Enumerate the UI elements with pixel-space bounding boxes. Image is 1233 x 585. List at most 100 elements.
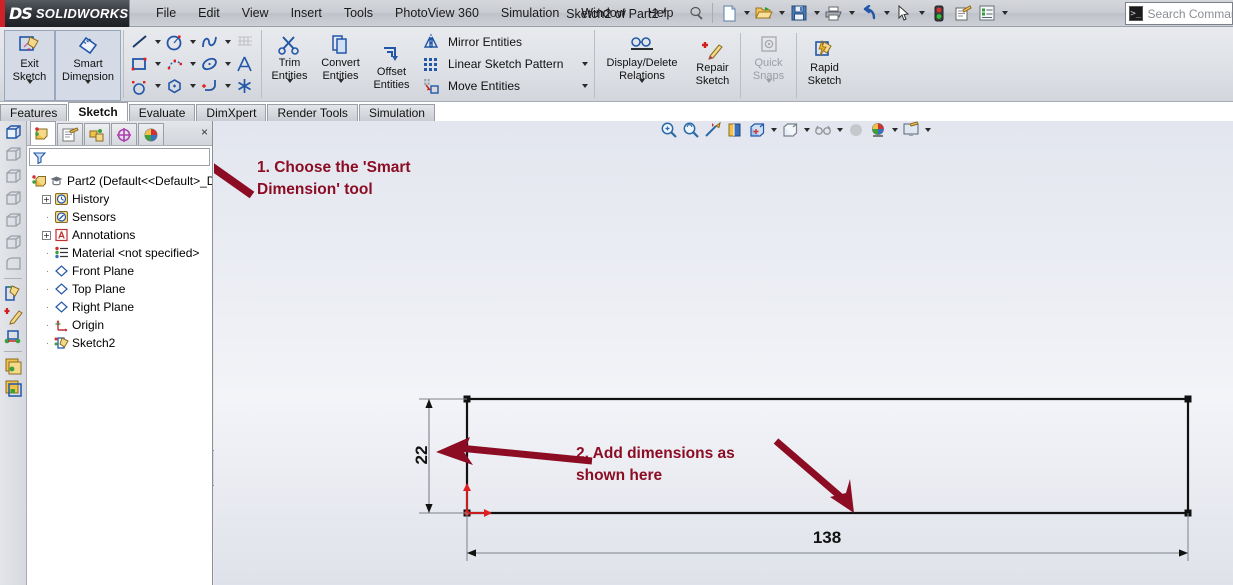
tree-item-material[interactable]: · Material <not specified> <box>31 244 212 262</box>
tab-dimxpert[interactable]: DimXpert <box>196 104 267 121</box>
exit-sketch-dropdown[interactable] <box>26 80 33 98</box>
linear-sketch-pattern-caret[interactable] <box>579 53 590 75</box>
exit-sketch-button[interactable]: Exit Sketch <box>4 30 55 101</box>
arc-slot-icon[interactable] <box>128 75 152 97</box>
move-entities-caret[interactable] <box>579 75 590 97</box>
left-view-icon[interactable] <box>0 187 27 209</box>
height-dimension-value[interactable]: 22 <box>412 443 432 467</box>
tree-item-sensors[interactable]: · Sensors <box>31 208 212 226</box>
polygon-points-caret[interactable] <box>187 53 198 75</box>
dimxpert-manager-tab[interactable] <box>111 123 137 145</box>
rectangle-icon[interactable] <box>128 53 152 75</box>
smart-dimension-dropdown[interactable] <box>85 80 91 98</box>
configuration-manager-tab[interactable] <box>84 123 110 145</box>
arc-slot-caret[interactable] <box>152 75 163 97</box>
ellipse-caret[interactable] <box>222 53 233 75</box>
polygon-caret[interactable] <box>187 75 198 97</box>
undo-icon[interactable] <box>857 2 881 24</box>
offset-entities-button[interactable]: Offset Entities <box>366 30 417 101</box>
tree-item-part2[interactable]: Part2 (Default<<Default>_D <box>31 172 212 190</box>
fillet-icon[interactable] <box>198 75 222 97</box>
quick-snaps-dropdown[interactable] <box>765 79 772 97</box>
tab-sketch[interactable]: Sketch <box>68 102 128 121</box>
print-icon[interactable] <box>822 2 846 24</box>
display-delete-relations-button[interactable]: Display/Delete Relations <box>597 30 687 101</box>
line-caret[interactable] <box>152 31 163 53</box>
move-entities-command[interactable]: Move Entities <box>419 75 590 97</box>
normal-to-view-icon[interactable] <box>0 253 27 275</box>
quick-snaps-button[interactable]: Quick Snaps <box>743 30 794 101</box>
repair-sketch-button[interactable]: Repair Sketch <box>687 30 738 101</box>
tree-item-annotations[interactable]: + Annotations <box>31 226 212 244</box>
rebuild-traffic-icon[interactable] <box>927 2 951 24</box>
top-view-icon[interactable] <box>0 231 27 253</box>
menu-item-view[interactable]: View <box>231 3 280 23</box>
menu-item-photoview360[interactable]: PhotoView 360 <box>384 3 490 23</box>
tree-item-front-plane[interactable]: · Front Plane <box>31 262 212 280</box>
mirror-entities-command[interactable]: Mirror Entities <box>419 31 590 53</box>
back-view-icon[interactable] <box>0 165 27 187</box>
save-caret[interactable] <box>811 2 822 24</box>
save-icon[interactable] <box>787 2 811 24</box>
trim-entities-dropdown[interactable] <box>286 79 293 97</box>
undo-caret[interactable] <box>881 2 892 24</box>
polygon-points-icon[interactable] <box>163 53 187 75</box>
new-document-icon[interactable] <box>717 2 741 24</box>
tree-item-origin[interactable]: · Origin <box>31 316 212 334</box>
tab-simulation[interactable]: Simulation <box>358 104 435 121</box>
display-manager-tab[interactable] <box>138 123 164 145</box>
rapid-sketch-button[interactable]: Rapid Sketch <box>799 30 850 101</box>
options-caret[interactable] <box>999 2 1010 24</box>
property-manager-tab[interactable] <box>57 123 83 145</box>
menu-item-edit[interactable]: Edit <box>187 3 231 23</box>
graphics-area[interactable]: 22 138 1. Choose the 'Smart Dimension' t… <box>214 121 1233 585</box>
display-manager-icon-2[interactable] <box>0 377 27 399</box>
sketch-relations-icon[interactable] <box>0 326 27 348</box>
menu-item-insert[interactable]: Insert <box>280 3 333 23</box>
menu-item-file[interactable]: File <box>145 3 187 23</box>
menu-item-simulation[interactable]: Simulation <box>490 3 570 23</box>
history-expander[interactable]: + <box>42 194 51 204</box>
text-icon[interactable] <box>233 53 257 75</box>
feature-manager-tab[interactable] <box>30 121 56 145</box>
spline-icon[interactable] <box>198 31 222 53</box>
open-document-caret[interactable] <box>776 2 787 24</box>
spline-caret[interactable] <box>222 31 233 53</box>
file-properties-icon[interactable] <box>951 2 975 24</box>
point-icon[interactable] <box>233 75 257 97</box>
new-document-caret[interactable] <box>741 2 752 24</box>
convert-entities-button[interactable]: Convert Entities <box>315 30 366 101</box>
menu-item-window[interactable]: Window <box>570 3 636 23</box>
smart-dimension-button[interactable]: Smart Dimension <box>55 30 121 101</box>
search-input[interactable]: Search Commands <box>1148 7 1232 21</box>
close-panel-icon[interactable]: × <box>201 125 208 139</box>
menu-item-help[interactable]: Help <box>637 3 685 23</box>
ellipse-icon[interactable] <box>198 53 222 75</box>
select-cursor-icon[interactable] <box>892 2 916 24</box>
polygon-icon[interactable] <box>163 75 187 97</box>
convert-entities-dropdown[interactable] <box>337 79 344 97</box>
circle-caret[interactable] <box>187 31 198 53</box>
print-caret[interactable] <box>846 2 857 24</box>
tab-render-tools[interactable]: Render Tools <box>267 104 358 121</box>
feature-filter-bar[interactable] <box>29 148 210 166</box>
trim-entities-button[interactable]: Trim Entities <box>264 30 315 101</box>
tab-evaluate[interactable]: Evaluate <box>128 104 196 121</box>
width-dimension-value[interactable]: 138 <box>802 528 852 548</box>
options-icon[interactable] <box>975 2 999 24</box>
isometric-view-icon[interactable] <box>0 121 27 143</box>
annotations-expander[interactable]: + <box>42 230 51 240</box>
display-delete-relations-dropdown[interactable] <box>639 79 645 97</box>
new-sketch-icon[interactable] <box>0 282 27 304</box>
open-document-icon[interactable] <box>752 2 776 24</box>
circle-icon[interactable] <box>163 31 187 53</box>
tree-item-right-plane[interactable]: · Right Plane <box>31 298 212 316</box>
front-view-icon[interactable] <box>0 143 27 165</box>
display-manager-icon-1[interactable] <box>0 355 27 377</box>
tree-item-history[interactable]: + History <box>31 190 212 208</box>
tree-item-top-plane[interactable]: · Top Plane <box>31 280 212 298</box>
fillet-caret[interactable] <box>222 75 233 97</box>
tree-item-sketch2[interactable]: · Sketch2 <box>31 334 212 352</box>
line-icon[interactable] <box>128 31 152 53</box>
search-commands-box[interactable]: >_ Search Commands <box>1125 2 1233 25</box>
